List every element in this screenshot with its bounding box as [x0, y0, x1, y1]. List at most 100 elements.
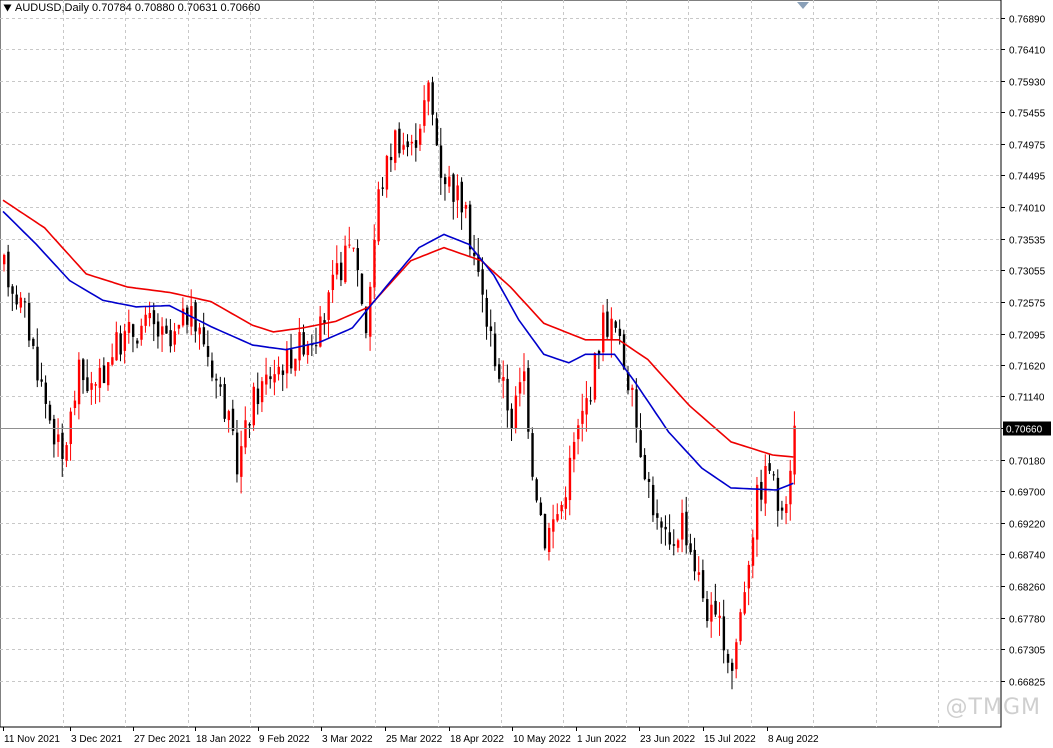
- candle-body: [747, 564, 751, 589]
- candle-body: [514, 395, 518, 429]
- candle-body: [768, 463, 771, 471]
- candle-body: [219, 384, 222, 387]
- candle-body: [7, 251, 10, 288]
- x-tick-label: 9 Feb 2022: [259, 734, 310, 745]
- current-price-label: 0.70660: [1006, 425, 1043, 436]
- candle-body: [373, 239, 376, 288]
- candle-body: [726, 653, 730, 663]
- candle-body: [481, 269, 484, 295]
- candle-body: [656, 513, 659, 518]
- candle-body: [622, 334, 626, 369]
- candle-body: [94, 384, 97, 386]
- candle-body: [77, 359, 81, 405]
- candle-body: [780, 507, 784, 511]
- y-tick-label: 0.67305: [1009, 646, 1046, 657]
- candle-body: [48, 404, 52, 421]
- candle-body: [290, 349, 293, 369]
- candle-body: [722, 616, 726, 651]
- candle-body: [281, 370, 285, 375]
- candle-body: [144, 314, 147, 326]
- candle-body: [360, 273, 364, 304]
- candle-body: [585, 398, 588, 415]
- candle-body: [15, 294, 18, 305]
- candle-body: [398, 128, 401, 154]
- candle-body: [764, 465, 767, 504]
- candle-body: [785, 504, 788, 513]
- candle-body: [269, 376, 272, 380]
- y-tick-label: 0.72575: [1009, 299, 1046, 310]
- candle-body: [564, 497, 567, 509]
- candle-body: [614, 321, 617, 328]
- candle-body: [252, 386, 255, 426]
- candle-body: [131, 324, 135, 337]
- y-tick-label: 0.68740: [1009, 551, 1046, 562]
- candle-body: [3, 254, 6, 265]
- candle-body: [315, 345, 318, 347]
- candle-body: [98, 367, 102, 388]
- candle-body: [385, 155, 389, 190]
- candle-body: [531, 433, 534, 477]
- candle-body: [389, 156, 393, 161]
- timeframe-label: Daily: [64, 2, 89, 14]
- candle-body: [618, 328, 622, 336]
- chart-shift-marker-icon[interactable]: [797, 2, 809, 9]
- candle-body: [377, 189, 380, 242]
- candle-body: [539, 502, 543, 516]
- y-tick-label: 0.75455: [1009, 109, 1046, 120]
- candle-body: [57, 434, 60, 442]
- candle-body: [27, 302, 31, 341]
- price-chart[interactable]: 0.76890 0.76410 0.75930 0.75455 0.74975 0.744…: [0, 0, 1053, 748]
- y-tick-label: 0.75930: [1009, 78, 1046, 89]
- candle-body: [119, 333, 122, 355]
- candle-body: [739, 612, 742, 642]
- candle-body: [36, 346, 39, 381]
- candle-body: [40, 379, 43, 382]
- candle-body: [552, 519, 555, 532]
- candle-body: [165, 325, 168, 334]
- chart-header: AUDUSD,Daily 0.70784 0.70880 0.70631 0.7…: [3, 2, 260, 14]
- candle-body: [493, 333, 497, 367]
- candle-body: [277, 366, 280, 375]
- candle-body: [82, 359, 85, 381]
- candle-body: [161, 326, 164, 335]
- candle-body: [760, 481, 763, 500]
- candle-body: [431, 82, 434, 115]
- candle-body: [593, 353, 597, 400]
- candle-body: [285, 348, 289, 374]
- candle-body: [681, 512, 684, 540]
- x-tick-label: 10 May 2022: [513, 734, 571, 745]
- candle-body: [369, 286, 372, 337]
- x-tick-label: 3 Mar 2022: [322, 734, 373, 745]
- candle-body: [352, 247, 355, 249]
- candle-body: [639, 430, 642, 458]
- candle-body: [327, 292, 330, 320]
- candle-body: [186, 307, 189, 325]
- candle-body: [381, 187, 384, 189]
- candle-body: [206, 346, 210, 357]
- candle-body: [460, 181, 463, 213]
- candle-body: [572, 441, 576, 460]
- x-tick-label: 27 Dec 2021: [134, 734, 191, 745]
- candle-body: [651, 484, 655, 516]
- candle-body: [260, 381, 264, 403]
- collapse-triangle-icon[interactable]: [3, 4, 12, 12]
- candle-body: [244, 420, 247, 448]
- candle-body: [140, 325, 143, 340]
- candle-body: [273, 374, 276, 383]
- candle-body: [123, 331, 127, 351]
- y-tick-label: 0.71620: [1009, 362, 1046, 373]
- candle-body: [556, 514, 559, 521]
- candle-body: [543, 513, 547, 549]
- candle-body: [235, 432, 239, 475]
- candle-body: [672, 544, 676, 546]
- candle-body: [735, 642, 738, 670]
- candle-body: [568, 457, 572, 501]
- candle-body: [423, 100, 426, 126]
- candle-body: [302, 332, 305, 355]
- candle-body: [547, 527, 551, 553]
- candle-body: [452, 174, 455, 202]
- candle-body: [602, 312, 605, 353]
- candle-body: [468, 204, 472, 250]
- candle-body: [32, 338, 35, 346]
- candle-body: [419, 128, 422, 145]
